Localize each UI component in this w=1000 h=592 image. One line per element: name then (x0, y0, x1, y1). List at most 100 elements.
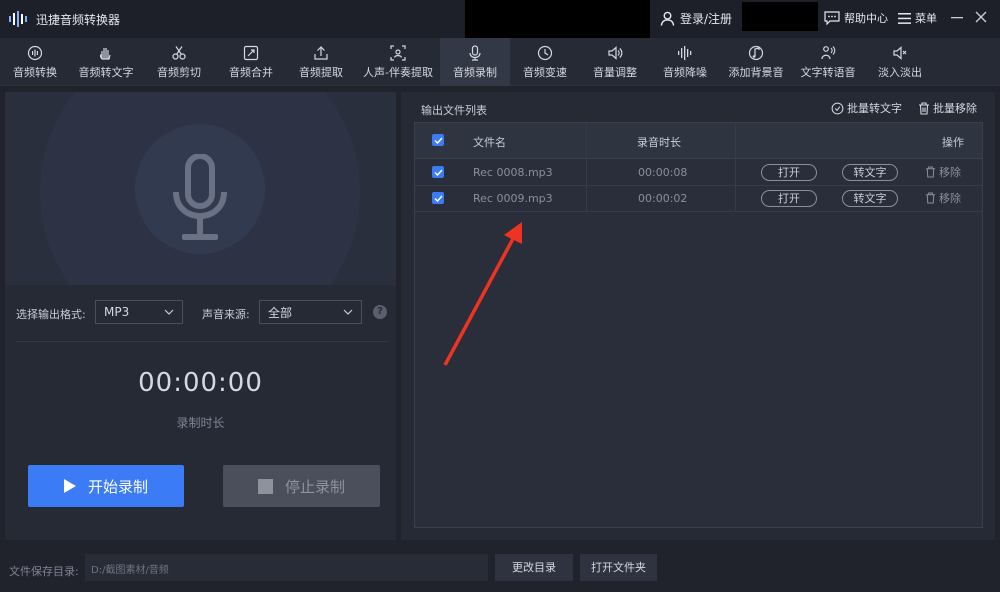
check-icon (433, 194, 443, 202)
format-label: 选择输出格式: (16, 308, 86, 321)
text-speech-icon (821, 45, 836, 59)
tab-text-to-speech[interactable]: 文字转语音 (792, 38, 864, 86)
close-button[interactable] (972, 8, 990, 26)
user-icon (660, 11, 675, 26)
chevron-down-icon (343, 309, 353, 315)
row-duration: 00:00:08 (638, 166, 688, 179)
select-all-checkbox[interactable] (432, 134, 444, 146)
source-select[interactable]: 全部 (259, 300, 362, 324)
minimize-icon (951, 17, 963, 19)
tab-audio-speed[interactable]: 音频变速 (510, 38, 580, 86)
chevron-down-icon (164, 309, 174, 315)
format-select[interactable]: MP3 (95, 300, 183, 324)
mic-visual-area (5, 92, 396, 285)
record-timer: 00:00:00 (138, 368, 263, 398)
music-disc-icon (748, 45, 764, 60)
trash-icon (919, 101, 929, 115)
col-actions: 操作 (942, 136, 964, 149)
hand-text-icon (99, 47, 111, 60)
microphone-icon (469, 44, 481, 61)
tab-audio-extract[interactable]: 音频提取 (286, 38, 356, 86)
tab-audio-convert[interactable]: 音频转换 (0, 38, 70, 86)
stop-icon (257, 478, 273, 494)
format-row: 选择输出格式: MP3 声音来源: 全部 ? (16, 300, 388, 326)
table-row: Rec 0008.mp3 00:00:08 打开 转文字 移除 (415, 160, 982, 186)
menu-button[interactable]: 菜单 (898, 10, 937, 26)
output-panel: 输出文件列表 批量转文字 批量移除 文件名 录音时长 操作 Rec 0008.m… (401, 92, 995, 540)
merge-icon (243, 45, 259, 60)
open-folder-button[interactable]: 打开文件夹 (580, 554, 657, 581)
large-microphone-icon (173, 154, 227, 240)
record-timer-label: 录制时长 (176, 416, 225, 430)
recorder-panel: 选择输出格式: MP3 声音来源: 全部 ? 00:00:00 录制时长 开始录… (5, 92, 396, 540)
batch-remove-button[interactable]: 批量移除 (918, 100, 977, 116)
table-header: 文件名 录音时长 操作 (415, 123, 982, 159)
help-question-icon[interactable]: ? (373, 305, 387, 319)
fade-icon (893, 45, 907, 60)
table-row: Rec 0009.mp3 00:00:02 打开 转文字 移除 (415, 186, 982, 212)
redacted-area (465, 0, 650, 38)
feature-toolbar: 音频转换 音频转文字 音频剪切 音频合并 音频提取 人声-伴奏提取 音频录制 音… (0, 38, 1000, 86)
help-label: 帮助中心 (844, 12, 888, 25)
open-file-button[interactable]: 打开 (761, 164, 817, 181)
tab-noise-reduction[interactable]: 音频降噪 (650, 38, 720, 86)
remove-row-button[interactable]: 移除 (925, 164, 961, 180)
row-checkbox[interactable] (432, 192, 444, 204)
tab-audio-merge[interactable]: 音频合并 (216, 38, 286, 86)
voice-extract-icon (390, 44, 406, 61)
start-record-button[interactable]: 开始录制 (28, 465, 184, 507)
row-duration: 00:00:02 (638, 192, 688, 205)
close-icon (975, 11, 987, 23)
col-filename: 文件名 (473, 136, 506, 149)
login-button[interactable]: 登录/注册 (660, 10, 732, 27)
tab-fade-in-out[interactable]: 淡入淡出 (864, 38, 936, 86)
open-file-button[interactable]: 打开 (761, 190, 817, 207)
trash-icon (925, 166, 936, 178)
divider (16, 341, 388, 342)
source-value: 全部 (268, 305, 293, 320)
to-text-button[interactable]: 转文字 (842, 164, 898, 181)
speaker-icon (608, 45, 623, 60)
hamburger-icon (898, 12, 911, 24)
tab-volume-adjust[interactable]: 音量调整 (580, 38, 650, 86)
check-icon (433, 136, 443, 144)
menu-label: 菜单 (915, 12, 937, 25)
to-text-button[interactable]: 转文字 (842, 190, 898, 207)
login-label: 登录/注册 (680, 12, 733, 26)
app-logo-icon (9, 11, 27, 27)
col-duration: 录音时长 (637, 136, 681, 149)
tab-vocal-extract[interactable]: 人声-伴奏提取 (356, 38, 440, 86)
change-dir-button[interactable]: 更改目录 (495, 554, 573, 581)
bottom-bar: 文件保存目录: D:/截图素材/音频 更改目录 打开文件夹 (0, 548, 1000, 592)
tab-add-bgm[interactable]: 添加背景音 (720, 38, 792, 86)
scissors-icon (172, 45, 186, 60)
format-value: MP3 (104, 305, 130, 319)
upload-icon (314, 45, 328, 60)
source-label: 声音来源: (202, 308, 250, 321)
save-dir-path: D:/截图素材/音频 (85, 554, 488, 581)
check-icon (433, 168, 443, 176)
play-icon (63, 479, 76, 493)
app-title: 迅捷音频转换器 (36, 13, 121, 27)
redacted-area-2 (742, 2, 818, 31)
start-record-label: 开始录制 (87, 477, 148, 496)
row-checkbox[interactable] (432, 166, 444, 178)
help-center-button[interactable]: 帮助中心 (824, 10, 888, 26)
stop-record-button[interactable]: 停止录制 (223, 465, 380, 507)
remove-row-button[interactable]: 移除 (925, 190, 961, 206)
save-dir-label: 文件保存目录: (9, 565, 79, 578)
batch-to-text-button[interactable]: 批量转文字 (831, 100, 902, 116)
waveform-icon (678, 45, 692, 60)
stop-record-label: 停止录制 (284, 477, 345, 496)
trash-icon (925, 192, 936, 204)
transcribe-icon (831, 102, 844, 114)
minimize-button[interactable] (948, 8, 966, 26)
row-filename: Rec 0008.mp3 (473, 166, 553, 179)
audio-convert-icon (27, 45, 43, 60)
tab-audio-record[interactable]: 音频录制 (440, 38, 510, 86)
tab-audio-cut[interactable]: 音频剪切 (142, 38, 216, 86)
output-list-title: 输出文件列表 (421, 104, 487, 117)
chat-bubble-icon (824, 11, 840, 25)
title-bar: 迅捷音频转换器 登录/注册 帮助中心 菜单 (0, 0, 1000, 38)
tab-audio-to-text[interactable]: 音频转文字 (70, 38, 142, 86)
